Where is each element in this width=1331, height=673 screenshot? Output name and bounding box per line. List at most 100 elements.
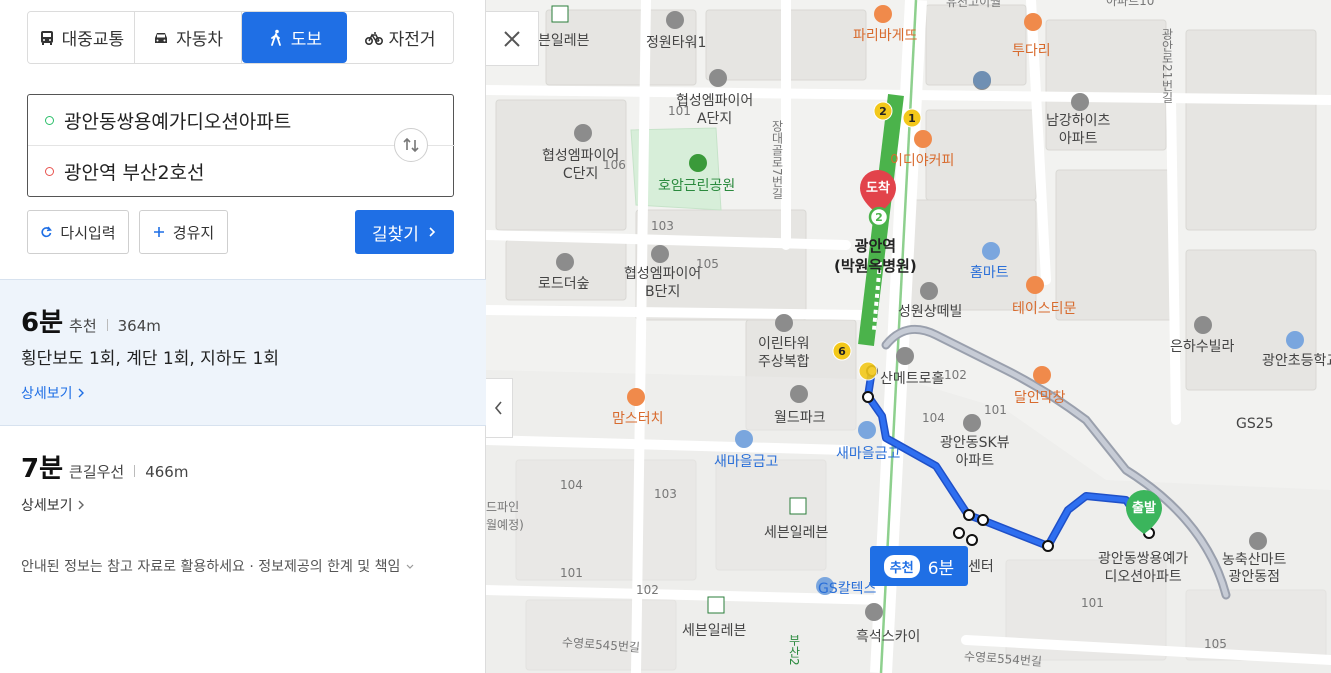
map-label-namgang: 남강하이츠 아파트 [1046,113,1111,147]
route-detail-label: 상세보기 [21,386,73,402]
map-label-saemaul-2: 새마을금고 [836,446,901,462]
tab-walk[interactable]: 도보 [241,12,348,63]
swap-button[interactable] [394,128,428,162]
map-label-uchun: 유천고이월 [946,0,1002,9]
find-route-button[interactable]: 길찾기 [355,210,454,254]
route-option-recommended[interactable]: 6분 추천 364m 횡단보도 1회, 계단 1회, 지하도 1회 상세보기 [0,279,486,426]
chevron-right-icon [429,227,436,237]
map-label-center: 센터 [968,559,994,575]
map-label-sk-view: 광안동SK뷰 아파트 [940,435,1010,469]
map-label-gwangan-apt: 광안동쌍용예가 디오션아파트 [1098,551,1189,585]
route-detail-link[interactable]: 상세보기 [21,383,85,403]
map-label-busan2-line: 부산2 [787,634,801,666]
origin-input[interactable] [64,109,384,131]
route-distance: 364m [117,317,161,335]
map-label-road-jangdae: 장대골로7번길 [770,120,784,200]
map-label-fpain: 드파인 월예정) [486,500,524,532]
map-label-worldpark: 월드파크 [774,410,826,426]
add-waypoint-button[interactable]: 경유지 [139,210,228,254]
map-label-road-gwangan21: 광안로21번길 [1160,28,1174,104]
map-building-number: 106 [603,158,626,172]
map-label-paris: 파리바게뜨 [853,28,918,44]
map-label-gs-caltex: GS칼텍스 [818,581,877,597]
svg-text:2: 2 [879,105,887,118]
tab-bicycle-label: 자전거 [388,30,436,50]
map-label-gs25: GS25 [1236,416,1274,432]
tab-transit[interactable]: 대중교통 [28,12,135,63]
divider [106,319,108,331]
arrival-marker-label: 도착 [866,180,890,196]
swap-arrows-icon [403,137,419,153]
map-building-number: 104 [922,411,945,425]
disclaimer-text: 안내된 정보는 참고 자료로 활용하세요 · 정보제공의 한계 및 책임 [21,559,401,575]
disclaimer-notice[interactable]: 안내된 정보는 참고 자료로 활용하세요 · 정보제공의 한계 및 책임 [21,556,415,576]
chevron-down-icon [406,564,414,569]
map-label-station: 광안역 (박원옥병원) [834,237,917,275]
origin-row [28,95,455,146]
map-building-number: 101 [1081,596,1104,610]
map-building-number: 105 [696,257,719,271]
map-label-mamstouch: 맘스터치 [612,411,664,427]
walk-icon [270,29,281,46]
waypoint-label: 경유지 [172,223,215,242]
svg-text:6: 6 [838,345,846,358]
route-summary: 6분 추천 364m [21,302,161,339]
route-description: 횡단보도 1회, 계단 1회, 지하도 1회 [21,349,279,369]
close-panel-button[interactable] [486,11,539,66]
chevron-left-icon [494,401,502,415]
chevron-right-icon [78,500,84,510]
map-label-seven-eleven-mid: 세븐일레븐 [764,525,829,541]
map-building-number: 101 [668,104,691,118]
origin-dot-icon [45,115,54,125]
map-building-number: 102 [944,368,967,382]
map-label-hoam-park: 호암근린공원 [658,178,736,194]
map-label-hyupsung-b: 협성엠파이어 B단지 [624,266,702,300]
map-label-seongwon: 성원상떼빌 [898,304,963,320]
map-building-number: 105 [1204,637,1227,651]
svg-text:2: 2 [875,211,883,224]
route-detail-link[interactable]: 상세보기 [21,495,85,515]
map-label-seven-eleven-bot: 세븐일레븐 [682,623,747,639]
collapse-panel-button[interactable] [486,378,513,438]
divider [134,465,136,477]
map-label-dalmak: 달인막창 [1014,390,1066,406]
tab-bicycle[interactable]: 자전거 [347,12,453,63]
map-label-nonghyup: 농축산마트 광안동점 [1222,552,1287,585]
tab-walk-label: 도보 [290,30,323,50]
close-icon [504,30,520,47]
map-label-heukseok: 흑석스카이 [856,629,921,645]
map-label-irin-tower: 이린타워 주상복합 [758,336,810,370]
map-building-number: 104 [560,478,583,492]
refresh-icon [41,226,53,238]
find-route-label: 길찾기 [372,224,419,245]
route-time: 6분 [21,308,64,338]
destination-input[interactable] [64,160,384,183]
map-building-number: 103 [654,487,677,501]
route-detail-label: 상세보기 [21,498,73,514]
svg-text:1: 1 [908,112,916,125]
destination-row [28,146,455,197]
tab-car[interactable]: 자동차 [134,12,242,63]
map-label-apt-top: 아파트10 [1106,0,1155,8]
route-option-main-road[interactable]: 7분 큰길우선 466m 상세보기 [0,426,486,526]
map-label-saemaul-1: 새마을금고 [714,454,779,470]
map-label-homart: 홈마트 [970,265,1009,281]
map-building-number: 103 [651,219,674,233]
route-time: 7분 [21,454,64,484]
origin-destination-box [27,94,455,197]
route-panel: 대중교통 자동차 도보 자전거 다시입력 경유 [0,0,486,673]
transport-mode-tabs: 대중교통 자동차 도보 자전거 [27,11,454,64]
tab-transit-label: 대중교통 [61,30,125,50]
map-label-sanmetro: 산메트로홀 [880,371,945,387]
departure-marker-label: 출발 [1132,500,1156,516]
recommended-route-badge[interactable]: 추천 6분 [870,546,968,586]
route-type: 큰길우선 [69,463,125,481]
recommended-chip: 추천 [883,554,920,578]
map-label-todari: 투다리 [1012,43,1051,59]
map-label-gwangan-elementary: 광안초등학교 [1262,353,1331,369]
plus-icon [153,227,164,237]
destination-dot-icon [45,167,54,176]
reset-button[interactable]: 다시입력 [27,210,129,254]
recommended-time: 6분 [927,558,955,579]
reset-label: 다시입력 [60,223,116,242]
